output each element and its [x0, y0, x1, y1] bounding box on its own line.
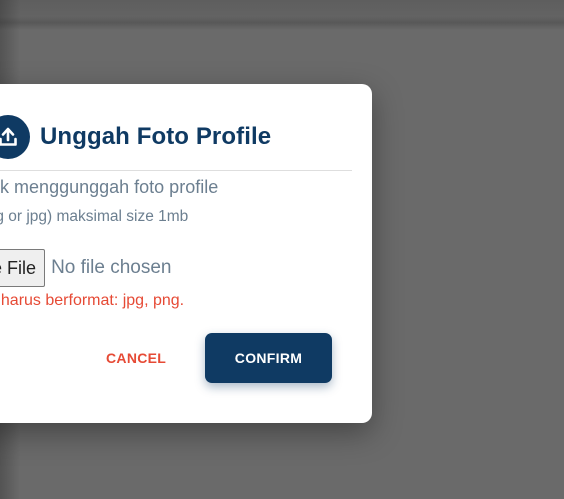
dialog-header: Unggah Foto Profile [0, 84, 372, 170]
validation-error: mbar harus berformat: jpg, png. [0, 292, 185, 309]
page-backdrop: Unggah Foto Profile h file untuk menggun… [0, 0, 564, 499]
background-header-bar [0, 0, 564, 30]
dialog-title: Unggah Foto Profile [40, 123, 272, 150]
file-requirements: e (png or jpg) maksimal size 1mb [0, 208, 189, 225]
dialog-description: h file untuk menggunggah foto profile [0, 177, 219, 197]
upload-icon [0, 115, 30, 159]
confirm-button[interactable]: CONFIRM [205, 333, 332, 383]
cancel-button[interactable]: CANCEL [106, 350, 166, 366]
choose-file-button[interactable]: hoose File [0, 249, 46, 287]
file-status-text: No file chosen [51, 257, 172, 278]
upload-photo-dialog: Unggah Foto Profile h file untuk menggun… [0, 84, 372, 423]
header-divider [0, 170, 352, 171]
file-input[interactable]: hoose File No file chosen [0, 249, 171, 287]
